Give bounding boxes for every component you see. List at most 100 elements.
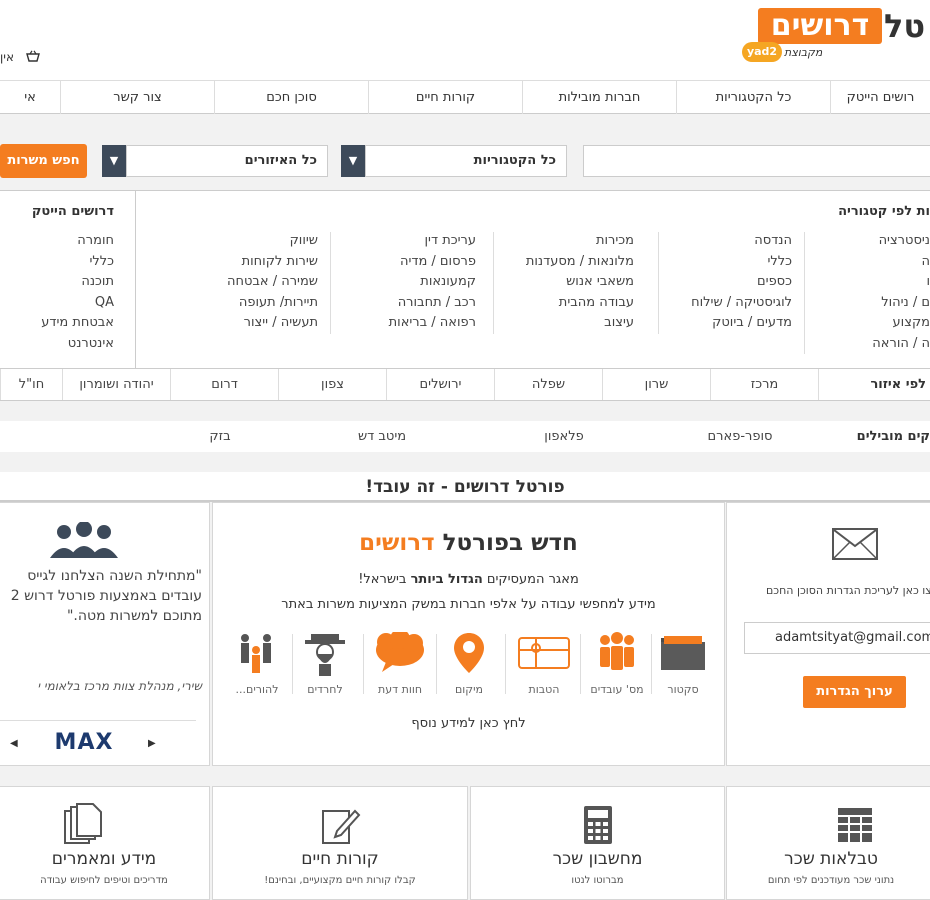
region-link[interactable]: צפון bbox=[278, 369, 386, 400]
feature-reviews[interactable]: חוות דעת bbox=[365, 632, 435, 696]
more-info-link[interactable]: לחץ כאן למידע נוסף bbox=[212, 716, 725, 731]
category-link[interactable]: שיווק bbox=[210, 231, 318, 252]
category-link[interactable]: תיירות/ תעופה bbox=[210, 293, 318, 314]
calculator-icon bbox=[584, 806, 612, 844]
category-link[interactable]: עבודה מהבית bbox=[506, 293, 634, 314]
feature-benefits[interactable]: הטבות bbox=[509, 632, 579, 696]
salary-calculator-tile[interactable]: מחשבון שכר מברוטו לנטו bbox=[470, 786, 725, 900]
tile-title: מחשבון שכר bbox=[552, 849, 643, 869]
nav-all-categories[interactable]: כל הקטגוריות bbox=[676, 81, 830, 114]
hitech-link[interactable]: QA bbox=[10, 293, 114, 314]
category-link[interactable]: הנדסה bbox=[680, 231, 792, 252]
category-link[interactable]: ו bbox=[840, 272, 930, 293]
category-link[interactable]: עיצוב bbox=[506, 313, 634, 334]
category-link[interactable]: כללי bbox=[680, 252, 792, 273]
category-link[interactable]: רכב / תחבורה bbox=[370, 293, 476, 314]
category-link[interactable]: משאבי אנוש bbox=[506, 272, 634, 293]
shopping-basket-icon[interactable] bbox=[26, 50, 40, 66]
nav-leading-companies[interactable]: חברות מובילות bbox=[522, 81, 676, 114]
nav-resume[interactable]: קורות חיים bbox=[368, 81, 522, 114]
category-link[interactable]: מלונאות / מסעדנות bbox=[506, 252, 634, 273]
nav-hitech[interactable]: רושים הייטק bbox=[830, 81, 930, 114]
region-link[interactable]: שרון bbox=[602, 369, 710, 400]
testimonial-author: שירי, מנהלת צוות מרכז בלאומי י bbox=[37, 679, 202, 693]
category-link[interactable]: ניסטרציה bbox=[840, 231, 930, 252]
employers-info-text: מידע למחפשי עבודה על אלפי חברות במשק המצ… bbox=[281, 597, 656, 612]
region-link[interactable]: דרום bbox=[170, 369, 278, 400]
hitech-link[interactable]: חומרה bbox=[10, 231, 114, 252]
hitech-link[interactable]: כללי bbox=[10, 252, 114, 273]
category-link[interactable]: מקצוע bbox=[840, 313, 930, 334]
region-link[interactable]: מרכז bbox=[710, 369, 818, 400]
line1-bold: הגדול ביותר bbox=[410, 572, 483, 587]
category-link[interactable]: לוגיסטיקה / שילוח bbox=[680, 293, 792, 314]
employers-db-text: מאגר המעסיקים הגדול ביותר בישראל! bbox=[212, 572, 725, 587]
resume-tile[interactable]: קורות חיים קבלו קורות חיים מקצועיים, ובח… bbox=[212, 786, 468, 900]
divider bbox=[0, 720, 196, 721]
tile-subtitle: מדריכים וטיפים לחיפוש עבודה bbox=[40, 875, 168, 886]
company-link[interactable]: סופר-פארם bbox=[690, 421, 790, 452]
category-link[interactable]: שירות לקוחות bbox=[210, 252, 318, 273]
leading-companies-bar: קים מובילים סופר-פארם פלאפון מיטב דש בזק bbox=[0, 421, 930, 452]
category-column-4: עריכת דין פרסום / מדיה קמעונאות רכב / תח… bbox=[370, 231, 476, 334]
speech-cloud-icon bbox=[376, 632, 424, 672]
category-link[interactable]: תעשיה / ייצור bbox=[210, 313, 318, 334]
location-pin-icon bbox=[454, 633, 484, 673]
category-link[interactable]: מכירות bbox=[506, 231, 634, 252]
category-link[interactable]: עריכת דין bbox=[370, 231, 476, 252]
categories-heading: ות לפי קטגוריה bbox=[838, 204, 930, 219]
category-link[interactable]: כספים bbox=[680, 272, 792, 293]
nav-contact[interactable]: צור קשר bbox=[60, 81, 214, 114]
category-link[interactable]: ה / הוראה bbox=[840, 334, 930, 355]
regions-bar: לפי איזור מרכז שרון שפלה ירושלים צפון דר… bbox=[0, 368, 930, 401]
tile-subtitle: קבלו קורות חיים מקצועיים, ובחינם! bbox=[264, 875, 416, 886]
category-link[interactable]: שמירה / אבטחה bbox=[210, 272, 318, 293]
category-link[interactable]: פרסום / מדיה bbox=[370, 252, 476, 273]
feature-divider bbox=[580, 634, 581, 694]
title-prefix: חדש בפורטל bbox=[442, 530, 578, 556]
carousel-prev-arrow-icon[interactable]: ▶ bbox=[148, 738, 156, 749]
feature-sector[interactable]: סקטור bbox=[648, 632, 718, 696]
keyword-input[interactable] bbox=[583, 145, 930, 177]
search-jobs-button[interactable]: חפש משרות bbox=[0, 144, 87, 178]
articles-tile[interactable]: מידע ומאמרים מדריכים וטיפים לחיפוש עבודה bbox=[0, 786, 210, 900]
region-link[interactable]: חו"ל bbox=[0, 369, 62, 400]
feature-orthodox[interactable]: לחרדים bbox=[290, 632, 360, 696]
email-field[interactable]: adamtsityat@gmail.com bbox=[744, 622, 930, 654]
logo[interactable]: דרושים bbox=[758, 8, 882, 44]
region-link[interactable]: יהודה ושומרון bbox=[62, 369, 170, 400]
category-dropdown-arrow-icon[interactable]: ▼ bbox=[341, 145, 365, 177]
company-link[interactable]: בזק bbox=[170, 421, 270, 452]
column-divider bbox=[658, 232, 659, 334]
region-select[interactable]: כל האיזורים bbox=[126, 145, 328, 177]
region-link[interactable]: ירושלים bbox=[386, 369, 494, 400]
carousel-next-arrow-icon[interactable]: ◀ bbox=[10, 738, 18, 749]
category-link[interactable]: רפואה / בריאות bbox=[370, 313, 476, 334]
cart-status[interactable]: אין bbox=[0, 50, 14, 64]
category-link[interactable]: קמעונאות bbox=[370, 272, 476, 293]
category-link[interactable]: ם / ניהול bbox=[840, 293, 930, 314]
company-link[interactable]: מיטב דש bbox=[332, 421, 432, 452]
feature-divider bbox=[505, 634, 506, 694]
feature-parents[interactable]: להורים... bbox=[222, 632, 292, 696]
line1-c: בישראל! bbox=[358, 572, 411, 587]
nav-more[interactable]: אי bbox=[0, 81, 60, 114]
feature-employees[interactable]: מס' עובדים bbox=[582, 632, 652, 696]
hitech-link[interactable]: תוכנה bbox=[10, 272, 114, 293]
company-link[interactable]: פלאפון bbox=[514, 421, 614, 452]
category-link[interactable]: מדעים / ביוטק bbox=[680, 313, 792, 334]
category-select[interactable]: כל הקטגוריות bbox=[365, 145, 567, 177]
category-column-3: מכירות מלונאות / מסעדנות משאבי אנוש עבוד… bbox=[506, 231, 634, 334]
feature-location[interactable]: מיקום bbox=[434, 632, 504, 696]
category-link[interactable]: ה bbox=[840, 252, 930, 273]
edit-settings-button[interactable]: ערוך הגדרות bbox=[803, 676, 906, 708]
region-link[interactable]: שפלה bbox=[494, 369, 602, 400]
group-label: מקבוצת bbox=[784, 46, 823, 59]
hitech-link[interactable]: אינטרנט bbox=[10, 334, 114, 355]
region-dropdown-arrow-icon[interactable]: ▼ bbox=[102, 145, 126, 177]
nav-smart-agent[interactable]: סוכן חכם bbox=[214, 81, 368, 114]
hitech-link[interactable]: אבטחת מידע bbox=[10, 313, 114, 334]
leading-heading: קים מובילים bbox=[856, 429, 930, 444]
column-divider bbox=[493, 232, 494, 334]
salary-tables-tile[interactable]: טבלאות שכר נתוני שכר מעודכנים לפי תחום bbox=[726, 786, 930, 900]
